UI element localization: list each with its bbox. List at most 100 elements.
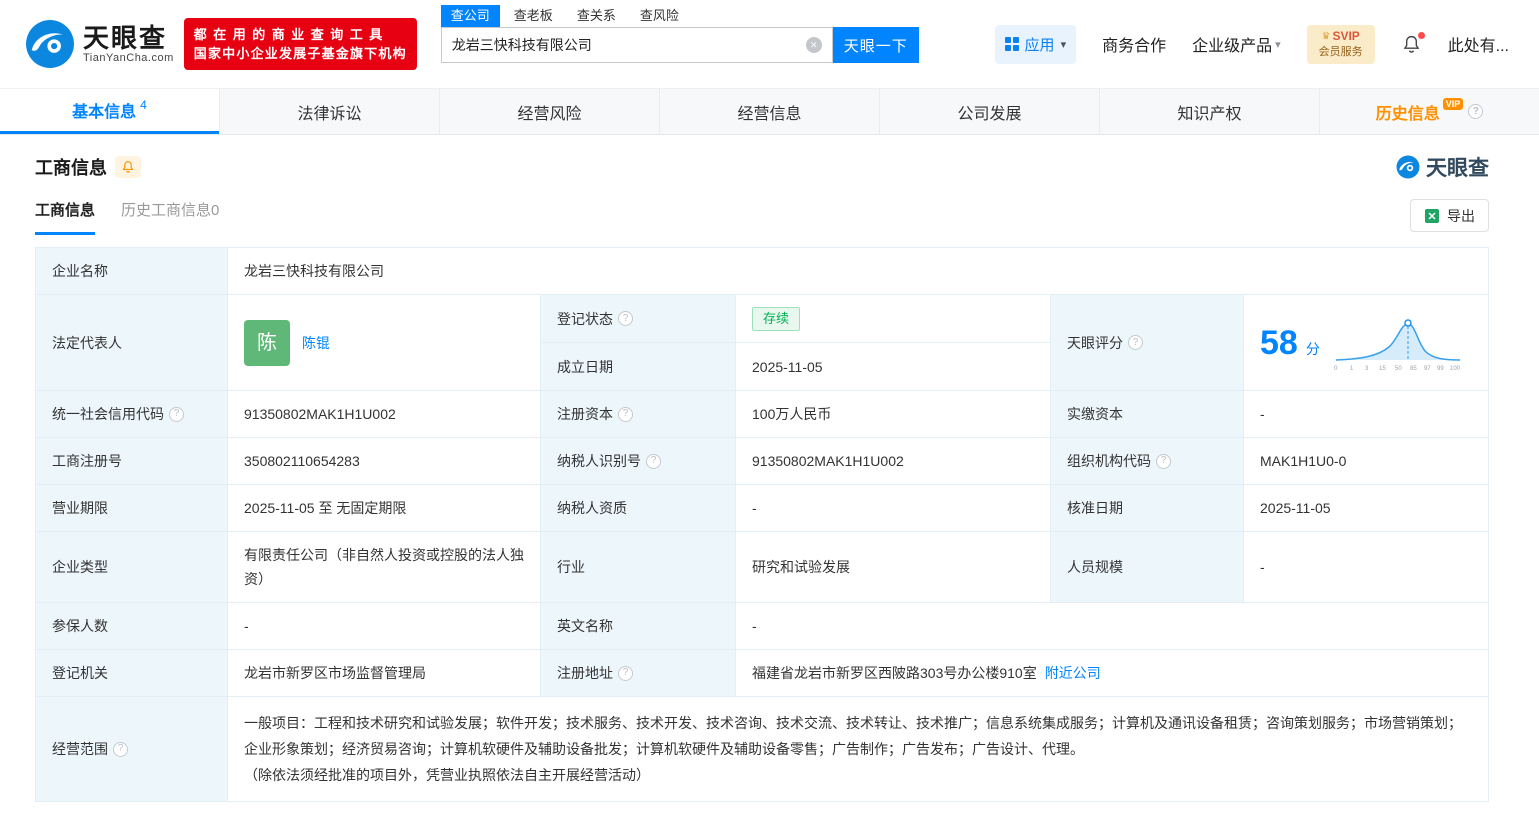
reg-number-value: 350802110654283 bbox=[228, 438, 541, 485]
insured-count-label: 参保人数 bbox=[36, 603, 228, 650]
vip-badge: VIP bbox=[1442, 97, 1464, 110]
section-title: 工商信息 bbox=[35, 158, 107, 178]
tianyancha-company-page: 天眼查 TianYanCha.com 都在用的商业查询工具 国家中小企业发展子基… bbox=[0, 0, 1539, 822]
establish-date-value: 2025-11-05 bbox=[736, 343, 1051, 391]
svg-text:99: 99 bbox=[1437, 366, 1444, 372]
subtab-history-business-info[interactable]: 历史工商信息0 bbox=[121, 199, 219, 235]
svip-membership-badge[interactable]: ♛ SVIP 会员服务 bbox=[1306, 24, 1375, 64]
notifications-bell[interactable] bbox=[1401, 31, 1425, 55]
help-icon[interactable]: ? bbox=[618, 406, 633, 422]
search-tab-company[interactable]: 查公司 bbox=[440, 5, 500, 27]
industry-label: 行业 bbox=[541, 532, 736, 603]
export-button[interactable]: 导出 bbox=[1410, 199, 1489, 232]
tab-legal-proceedings[interactable]: 法律诉讼 bbox=[219, 89, 439, 134]
org-code-value: MAK1H1U0-0 bbox=[1244, 438, 1489, 485]
svg-text:15: 15 bbox=[1379, 366, 1386, 372]
reg-authority-value: 龙岩市新罗区市场监督管理局 bbox=[228, 650, 541, 697]
svg-text:100: 100 bbox=[1450, 366, 1461, 372]
chevron-down-icon: ▾ bbox=[1060, 38, 1067, 51]
help-icon[interactable]: ? bbox=[169, 406, 184, 422]
table-row: 统一社会信用代码 ? 91350802MAK1H1U002 注册资本 ? 100… bbox=[36, 391, 1489, 438]
bell-icon bbox=[122, 161, 134, 173]
paid-capital-value: - bbox=[1244, 391, 1489, 438]
tab-basic-info[interactable]: 基本信息 4 bbox=[0, 89, 219, 134]
tab-operation-info[interactable]: 经营信息 bbox=[659, 89, 879, 134]
nav-more[interactable]: 此处有... bbox=[1448, 32, 1509, 56]
reg-authority-label: 登记机关 bbox=[36, 650, 228, 697]
help-icon[interactable]: ? bbox=[113, 741, 128, 757]
svip-sublabel: 会员服务 bbox=[1318, 45, 1363, 58]
search-tabs: 查公司 查老板 查关系 查风险 bbox=[440, 5, 919, 27]
nav-enterprise-products-label: 企业级产品 bbox=[1192, 38, 1273, 55]
company-nav-tabs: 基本信息 4 法律诉讼 经营风险 经营信息 公司发展 知识产权 历史信息 VIP… bbox=[0, 88, 1539, 135]
table-row: 法定代表人 陈 陈锟 登记状态 ? 存续 成立日期 2025-11-05 天眼评… bbox=[36, 295, 1489, 391]
score-value[interactable]: 58 分 0 1 3 15 50 85 97 99 100 bbox=[1244, 295, 1489, 391]
nearby-companies-link[interactable]: 附近公司 bbox=[1045, 661, 1101, 685]
tab-label: 经营信息 bbox=[737, 105, 802, 123]
business-scope-text: 一般项目：工程和技术研究和试验发展；软件开发；技术服务、技术开发、技术咨询、技术… bbox=[244, 715, 1462, 757]
subscribe-bell-button[interactable] bbox=[115, 156, 141, 178]
search-tab-risk[interactable]: 查风险 bbox=[630, 5, 689, 27]
search-input-value: 龙岩三快科技有限公司 bbox=[451, 37, 592, 53]
approval-date-label: 核准日期 bbox=[1051, 485, 1244, 532]
reg-address-value: 福建省龙岩市新罗区西陂路303号办公楼910室 附近公司 bbox=[736, 650, 1489, 697]
status-badge: 存续 bbox=[752, 306, 801, 331]
legal-rep-label: 法定代表人 bbox=[36, 295, 228, 391]
taxpayer-quality-value: - bbox=[736, 485, 1051, 532]
taxpayer-quality-label: 纳税人资质 bbox=[541, 485, 736, 532]
header-right-nav: 应用 ▾ 商务合作 企业级产品 ▾ ♛ SVIP 会员服务 此处有... bbox=[994, 24, 1509, 64]
tab-intellectual-property[interactable]: 知识产权 bbox=[1099, 89, 1319, 134]
svg-text:85: 85 bbox=[1410, 366, 1417, 372]
tianyancha-logo[interactable]: 天眼查 TianYanCha.com bbox=[25, 19, 174, 69]
search-input[interactable]: 龙岩三快科技有限公司 ✕ bbox=[440, 27, 833, 63]
tianyancha-logo-icon bbox=[1396, 155, 1420, 179]
table-row: 企业类型 有限责任公司（非自然人投资或控股的法人独资） 行业 研究和试验发展 人… bbox=[36, 532, 1489, 603]
svg-text:50: 50 bbox=[1395, 366, 1402, 372]
business-scope-value: 一般项目：工程和技术研究和试验发展；软件开发；技术服务、技术开发、技术咨询、技术… bbox=[228, 697, 1489, 802]
help-icon[interactable]: ? bbox=[618, 311, 633, 326]
search-tab-boss[interactable]: 查老板 bbox=[504, 5, 563, 27]
staff-size-value: - bbox=[1244, 532, 1489, 603]
legal-rep-link[interactable]: 陈锟 bbox=[302, 331, 330, 355]
business-term-value: 2025-11-05 至 无固定期限 bbox=[228, 485, 541, 532]
section-header: 工商信息 天眼查 bbox=[35, 151, 1489, 183]
apps-menu[interactable]: 应用 ▾ bbox=[994, 24, 1077, 64]
subtab-business-info[interactable]: 工商信息 bbox=[35, 199, 96, 235]
legal-rep-value: 陈 陈锟 bbox=[228, 295, 541, 391]
excel-export-icon bbox=[1425, 208, 1439, 223]
tab-history-info[interactable]: 历史信息 VIP ? bbox=[1319, 89, 1539, 134]
brand-watermark: 天眼查 bbox=[1396, 152, 1489, 182]
nav-enterprise-products[interactable]: 企业级产品 ▾ bbox=[1192, 32, 1281, 56]
english-name-value: - bbox=[736, 603, 1489, 650]
help-icon[interactable]: ? bbox=[646, 453, 661, 469]
help-icon[interactable]: ? bbox=[1128, 335, 1143, 350]
help-icon[interactable]: ? bbox=[1468, 104, 1484, 119]
clear-search-icon[interactable]: ✕ bbox=[805, 37, 822, 53]
brand-domain: TianYanCha.com bbox=[83, 52, 174, 64]
help-icon[interactable]: ? bbox=[618, 665, 633, 681]
tab-label: 基本信息 bbox=[72, 104, 137, 121]
search-button[interactable]: 天眼一下 bbox=[832, 27, 919, 63]
legal-rep-avatar[interactable]: 陈 bbox=[244, 319, 290, 366]
tab-company-development[interactable]: 公司发展 bbox=[879, 89, 1099, 134]
subtabs-row: 工商信息 历史工商信息0 导出 bbox=[35, 197, 1489, 235]
svg-text:3: 3 bbox=[1365, 366, 1369, 372]
promo-banner: 都在用的商业查询工具 国家中小企业发展子基金旗下机构 bbox=[183, 18, 417, 70]
table-row: 参保人数 - 英文名称 - bbox=[36, 603, 1489, 650]
business-scope-note: （除依法须经批准的项目外，凭营业执照依法自主开展经营活动） bbox=[244, 767, 650, 783]
tab-operation-risk[interactable]: 经营风险 bbox=[439, 89, 659, 134]
search-tab-relation[interactable]: 查关系 bbox=[567, 5, 626, 27]
help-icon[interactable]: ? bbox=[1156, 453, 1171, 469]
company-name-label: 企业名称 bbox=[36, 248, 228, 295]
credit-code-value: 91350802MAK1H1U002 bbox=[228, 391, 541, 438]
tab-label: 法律诉讼 bbox=[297, 105, 362, 123]
reg-status-label: 登记状态 ? bbox=[541, 295, 736, 343]
apps-menu-label: 应用 bbox=[1024, 36, 1055, 54]
nav-business-cooperation[interactable]: 商务合作 bbox=[1102, 32, 1166, 56]
promo-line-1: 都在用的商业查询工具 bbox=[193, 27, 389, 42]
reg-status-value: 存续 bbox=[736, 295, 1051, 343]
brand-watermark-text: 天眼查 bbox=[1426, 157, 1489, 180]
business-info-table: 企业名称 龙岩三快科技有限公司 法定代表人 陈 陈锟 登记状态 ? 存续 成立日… bbox=[35, 247, 1489, 802]
search-area: 查公司 查老板 查关系 查风险 龙岩三快科技有限公司 ✕ 天眼一下 bbox=[440, 0, 919, 63]
chevron-down-icon: ▾ bbox=[1275, 38, 1281, 51]
